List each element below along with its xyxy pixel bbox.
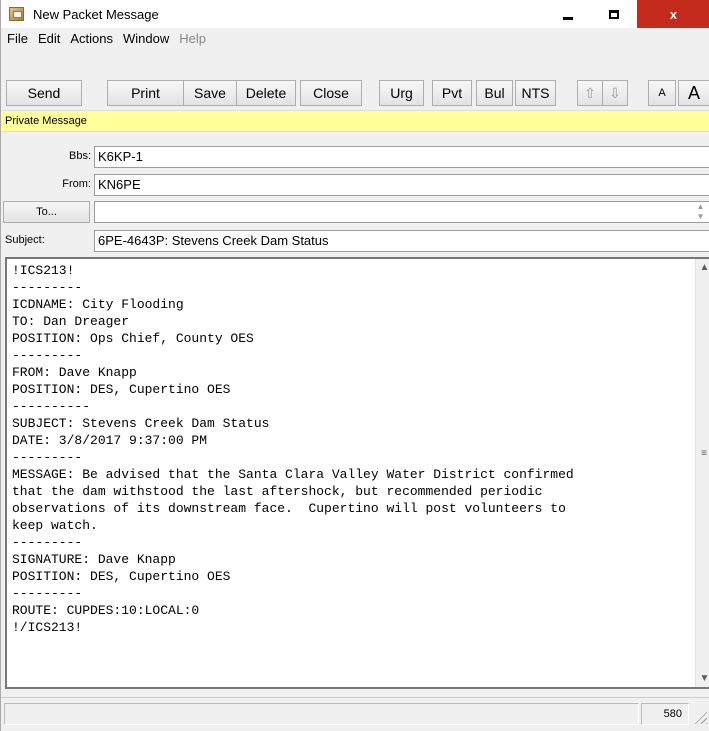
menu-bar: File Edit Actions Window Help <box>1 28 709 48</box>
title-bar: New Packet Message x <box>1 0 709 28</box>
nts-button[interactable]: NTS <box>515 80 556 106</box>
scroll-grip-icon[interactable]: ≡ <box>699 448 709 459</box>
character-count: 580 <box>641 703 689 725</box>
to-field[interactable] <box>94 201 709 223</box>
menu-file[interactable]: File <box>7 31 28 46</box>
body-line: --------- <box>12 280 83 295</box>
move-down-button[interactable]: ⇩ <box>602 80 628 106</box>
font-larger-button[interactable]: A <box>678 80 709 106</box>
body-line: ICDNAME: City Flooding <box>12 297 184 312</box>
minimize-icon <box>563 16 573 20</box>
private-button[interactable]: Pvt <box>432 80 472 106</box>
bbs-label: Bbs: <box>68 150 91 162</box>
body-line: ROUTE: CUPDES:10:LOCAL:0 <box>12 603 200 618</box>
body-line: POSITION: DES, Cupertino OES <box>12 569 231 584</box>
maximize-button[interactable] <box>591 0 637 28</box>
body-line: ---------- <box>12 399 91 414</box>
body-line: observations of its downstream face. Cup… <box>12 501 566 516</box>
chevron-down-icon: ▼ <box>696 212 705 221</box>
to-field-spinner[interactable]: ▲ ▼ <box>691 202 709 222</box>
menu-help[interactable]: Help <box>179 31 206 46</box>
scroll-down-icon[interactable]: ▼ <box>696 670 709 687</box>
body-line: DATE: 3/8/2017 9:37:00 PM <box>12 433 208 448</box>
body-line: keep watch. <box>12 518 98 533</box>
body-line: POSITION: Ops Chief, County OES <box>12 331 254 346</box>
menu-actions[interactable]: Actions <box>70 31 113 46</box>
body-line: SUBJECT: Stevens Creek Dam Status <box>12 416 270 431</box>
body-line: SIGNATURE: Dave Knapp <box>12 552 176 567</box>
body-line: MESSAGE: Be advised that the Santa Clara… <box>12 467 574 482</box>
bbs-field[interactable]: K6KP-1 <box>94 146 709 168</box>
menu-edit[interactable]: Edit <box>38 31 60 46</box>
chevron-up-icon: ▲ <box>696 202 705 211</box>
body-line: POSITION: DES, Cupertino OES <box>12 382 231 397</box>
body-scrollbar[interactable]: ▲ ≡ ▼ <box>695 259 709 687</box>
body-line: --------- <box>12 586 83 601</box>
status-message-cell <box>4 703 639 725</box>
minimize-button[interactable] <box>545 0 591 28</box>
message-type-banner: Private Message <box>1 110 709 132</box>
urgent-button[interactable]: Urg <box>379 80 424 106</box>
body-line: --------- <box>12 348 83 363</box>
menu-window[interactable]: Window <box>123 31 169 46</box>
body-line: --------- <box>12 535 83 550</box>
status-bar: 580 <box>1 697 709 731</box>
message-body-editor[interactable]: !ICS213! --------- ICDNAME: City Flooding T… <box>5 257 709 689</box>
move-up-button[interactable]: ⇧ <box>577 80 603 106</box>
from-label: From: <box>62 178 91 190</box>
message-body-text: !ICS213! --------- ICDNAME: City Flooding T… <box>12 262 692 636</box>
send-button[interactable]: Send <box>6 80 82 106</box>
from-field[interactable]: KN6PE <box>94 174 709 196</box>
subject-label: Subject: <box>5 234 45 246</box>
body-line: !ICS213! <box>12 263 75 278</box>
close-button[interactable]: Close <box>300 80 362 106</box>
app-icon <box>9 7 24 21</box>
body-line: !/ICS213! <box>12 620 83 635</box>
body-line: FROM: Dave Knapp <box>12 365 137 380</box>
body-line: TO: Dan Dreager <box>12 314 130 329</box>
delete-button[interactable]: Delete <box>236 80 296 106</box>
print-button[interactable]: Print <box>107 80 184 106</box>
maximize-icon <box>609 9 619 19</box>
body-line: --------- <box>12 450 83 465</box>
packet-message-window: New Packet Message x File Edit Actions W… <box>0 0 709 731</box>
to-button[interactable]: To... <box>3 201 90 223</box>
save-button[interactable]: Save <box>183 80 237 106</box>
bulletin-button[interactable]: Bul <box>476 80 513 106</box>
resize-grip-icon[interactable] <box>693 710 707 724</box>
window-title: New Packet Message <box>33 7 159 22</box>
subject-field[interactable]: 6PE-4643P: Stevens Creek Dam Status <box>94 230 709 252</box>
font-smaller-button[interactable]: A <box>648 80 676 106</box>
scroll-up-icon[interactable]: ▲ <box>696 259 709 276</box>
body-line: that the dam withstood the last aftersho… <box>12 484 543 499</box>
close-window-button[interactable]: x <box>637 0 709 28</box>
